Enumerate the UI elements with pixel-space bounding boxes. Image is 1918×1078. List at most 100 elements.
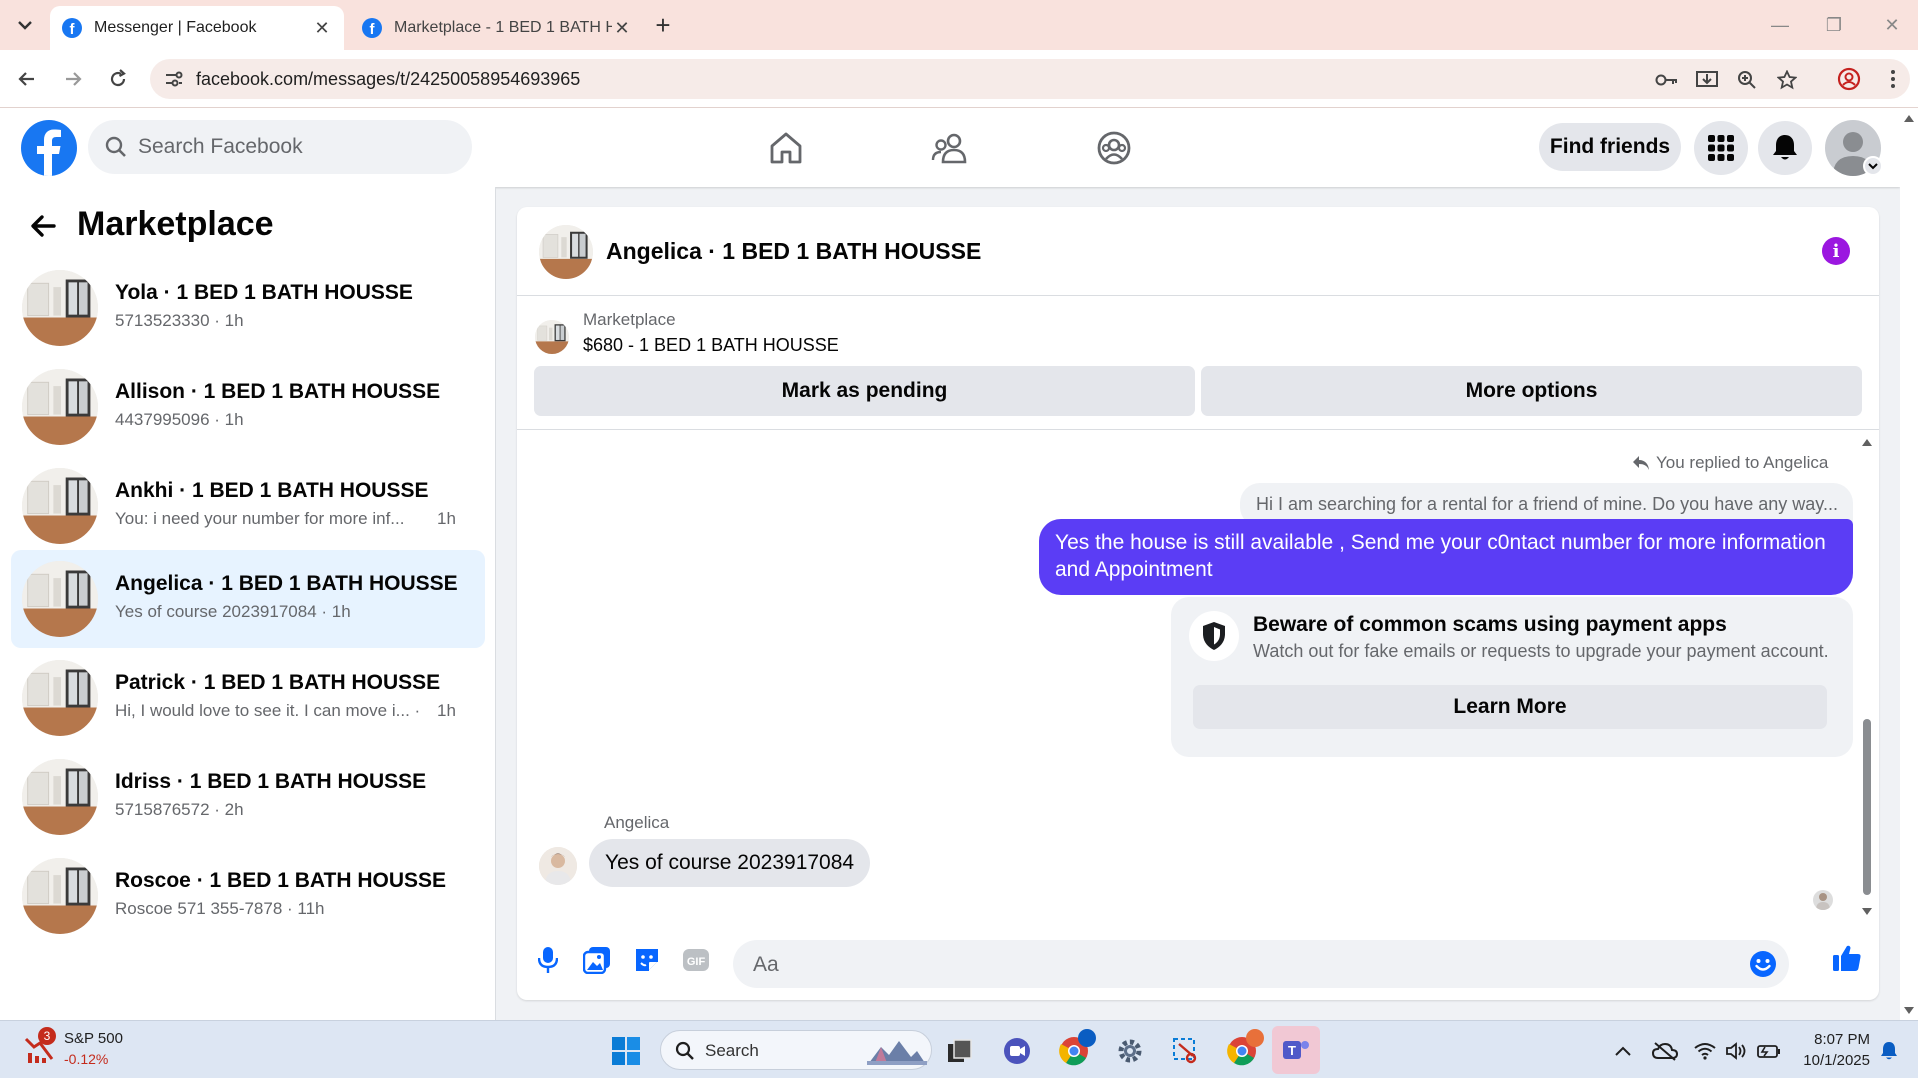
menu-button[interactable]: [1694, 121, 1748, 175]
scroll-up-icon[interactable]: [1903, 114, 1915, 123]
back-button[interactable]: [12, 64, 42, 94]
start-button[interactable]: [606, 1031, 646, 1071]
conversation-item[interactable]: Roscoe · 1 BED 1 BATH HOUSSE Roscoe 571 …: [11, 847, 485, 945]
reload-button[interactable]: [103, 64, 133, 94]
outgoing-message[interactable]: Yes the house is still available , Send …: [1039, 519, 1853, 595]
facebook-header: Search Facebook Find friends: [0, 108, 1900, 187]
taskbar-search[interactable]: Search: [660, 1030, 932, 1070]
info-icon[interactable]: i: [1822, 237, 1850, 265]
site-settings-icon[interactable]: [164, 70, 184, 88]
home-icon: [770, 132, 802, 164]
bookmark-star-icon[interactable]: [1774, 67, 1800, 93]
search-placeholder: Search Facebook: [138, 135, 303, 158]
thumbs-up-icon[interactable]: [1832, 943, 1862, 973]
conversation-item[interactable]: Yola · 1 BED 1 BATH HOUSSE 5713523330 · …: [11, 259, 485, 357]
onedrive-icon[interactable]: [1650, 1031, 1680, 1071]
restore-button[interactable]: ❐: [1814, 10, 1854, 40]
more-options-button[interactable]: More options: [1201, 366, 1862, 416]
settings-icon[interactable]: [1110, 1031, 1150, 1071]
svg-text:T: T: [1288, 1043, 1296, 1058]
emoji-icon[interactable]: [1749, 950, 1777, 978]
search-icon: [105, 136, 126, 157]
chat-thumbnail[interactable]: [539, 225, 593, 279]
battery-icon[interactable]: [1754, 1031, 1784, 1071]
message-input[interactable]: Aa: [733, 940, 1789, 988]
microphone-icon[interactable]: [533, 945, 563, 975]
teams-icon[interactable]: T: [1272, 1026, 1320, 1074]
notification-bell-icon[interactable]: [1874, 1031, 1904, 1071]
install-app-icon[interactable]: [1694, 67, 1720, 93]
scroll-down-icon[interactable]: [1903, 1006, 1915, 1015]
learn-more-button[interactable]: Learn More: [1193, 685, 1827, 729]
mark-as-pending-button[interactable]: Mark as pending: [534, 366, 1195, 416]
notifications-button[interactable]: [1758, 121, 1812, 175]
person-avatar-icon: [1816, 893, 1830, 910]
new-tab-button[interactable]: +: [648, 10, 678, 40]
profile-icon[interactable]: [1834, 64, 1864, 94]
password-key-icon[interactable]: [1654, 67, 1680, 93]
conversation-preview: You: i need your number for more inf...: [115, 509, 405, 528]
scroll-up-icon[interactable]: [1861, 437, 1873, 447]
conversation-item[interactable]: Patrick · 1 BED 1 BATH HOUSSE Hi, I woul…: [11, 649, 485, 747]
chrome-icon[interactable]: [1054, 1029, 1096, 1071]
conversation-item-active[interactable]: Angelica · 1 BED 1 BATH HOUSSE Yes of co…: [11, 550, 485, 648]
conversation-item[interactable]: Idriss · 1 BED 1 BATH HOUSSE 5715876572 …: [11, 748, 485, 846]
close-window-button[interactable]: ✕: [1872, 10, 1912, 40]
account-chevron-icon[interactable]: [1863, 156, 1883, 176]
close-tab-icon[interactable]: ✕: [312, 18, 332, 39]
conversation-time: 1h: [437, 509, 456, 528]
browser-menu-icon[interactable]: [1878, 64, 1908, 94]
show-hidden-icons[interactable]: [1608, 1031, 1638, 1071]
listing-thumbnail: [22, 858, 98, 934]
conversation-preview: 5715876572 · 2h: [115, 800, 244, 819]
chat-scrollbar[interactable]: [1859, 437, 1875, 917]
page-scrollbar[interactable]: [1900, 108, 1918, 1020]
reload-icon: [110, 69, 126, 87]
wifi-icon[interactable]: [1690, 1031, 1720, 1071]
tab-title: Marketplace - 1 BED 1 BATH HOUSSE: [394, 19, 612, 36]
chrome-profile-icon[interactable]: [1222, 1029, 1264, 1071]
taskbar-date[interactable]: 10/1/2025: [1800, 1052, 1870, 1069]
task-view-icon[interactable]: [940, 1031, 980, 1071]
scroll-down-icon[interactable]: [1861, 907, 1873, 917]
chat-title[interactable]: Angelica · 1 BED 1 BATH HOUSSE: [606, 238, 981, 265]
listing-price[interactable]: $680 - 1 BED 1 BATH HOUSSE: [583, 335, 839, 356]
zoom-icon[interactable]: [1734, 67, 1760, 93]
arrow-left-icon: [31, 215, 56, 237]
conversation-name: Angelica · 1 BED 1 BATH HOUSSE: [115, 572, 458, 595]
notification-badge: 3: [38, 1027, 56, 1045]
reply-label: You replied to Angelica: [1656, 453, 1829, 472]
listing-thumbnail[interactable]: [535, 320, 569, 354]
find-friends-button[interactable]: Find friends: [1539, 123, 1681, 171]
friends-nav-button[interactable]: [928, 126, 972, 170]
stock-widget[interactable]: 3: [24, 1027, 58, 1070]
snipping-tool-icon[interactable]: [1166, 1031, 1206, 1071]
incoming-message[interactable]: Yes of course 2023917084: [589, 839, 871, 887]
conversation-item[interactable]: Allison · 1 BED 1 BATH HOUSSE 4437995096…: [11, 358, 485, 456]
facebook-search-input[interactable]: Search Facebook: [88, 120, 472, 174]
browser-toolbar: facebook.com/messages/t/2425005895469396…: [0, 50, 1918, 108]
minimize-button[interactable]: —: [1760, 10, 1800, 40]
taskbar-time[interactable]: 8:07 PM: [1800, 1031, 1870, 1048]
address-bar[interactable]: facebook.com/messages/t/2425005895469396…: [150, 59, 1910, 99]
groups-nav-button[interactable]: [1092, 126, 1136, 170]
tab-messenger[interactable]: f Messenger | Facebook ✕: [50, 6, 344, 50]
forward-button[interactable]: [58, 64, 88, 94]
volume-icon[interactable]: [1722, 1031, 1752, 1071]
gif-icon[interactable]: GIF: [681, 945, 711, 975]
sticker-icon[interactable]: [632, 945, 662, 975]
tab-search-dropdown[interactable]: [9, 10, 41, 40]
url-text: facebook.com/messages/t/2425005895469396…: [196, 69, 581, 89]
facebook-logo-icon[interactable]: [21, 120, 77, 176]
sender-avatar[interactable]: [539, 847, 577, 885]
conversation-item[interactable]: Ankhi · 1 BED 1 BATH HOUSSE You: i need …: [11, 457, 485, 555]
teams-meet-icon[interactable]: [997, 1031, 1037, 1071]
chat-header: Angelica · 1 BED 1 BATH HOUSSE i: [517, 207, 1879, 296]
home-nav-button[interactable]: [764, 126, 808, 170]
scrollbar-thumb[interactable]: [1863, 719, 1871, 895]
photo-icon[interactable]: [582, 945, 612, 975]
close-tab-icon[interactable]: ✕: [612, 18, 632, 39]
seen-avatar: [1813, 890, 1833, 910]
tab-marketplace[interactable]: f Marketplace - 1 BED 1 BATH HOUSSE ✕: [350, 6, 644, 50]
back-arrow-button[interactable]: [28, 211, 58, 246]
